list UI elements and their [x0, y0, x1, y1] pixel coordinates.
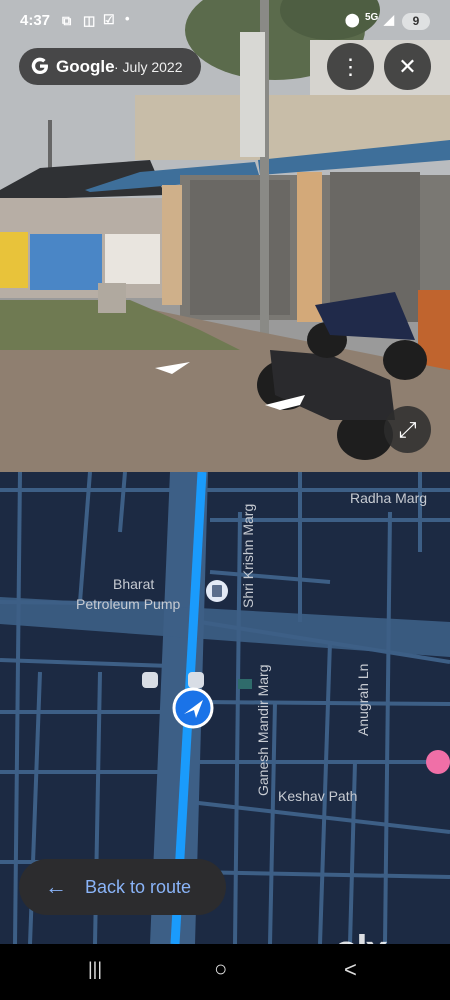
expand-button[interactable]: ⤢ [384, 406, 431, 453]
map-label-shri-krishn-marg: Shri Krishn Marg [240, 503, 256, 608]
back-to-route-button[interactable]: ← Back to route [19, 859, 226, 915]
map-label-bharat: Bharat [113, 576, 155, 592]
map-label-radha-marg: Radha Marg [350, 490, 428, 506]
map-label-ganesh-mandir-marg: Ganesh Mandir Marg [255, 664, 271, 796]
google-g-icon [31, 57, 48, 75]
map-label-petroleum-pump: Petroleum Pump [76, 596, 181, 612]
system-nav-bar: ||| ○ < [0, 944, 450, 1000]
status-bar: 4:37 ⧉ ◫ ☑ • ⬤ 5G ◢ 9 [0, 0, 450, 44]
imagery-date: · July 2022 [114, 59, 183, 75]
back-icon[interactable]: < [344, 957, 357, 983]
map-label-anugrah-ln: Anugrah Ln [355, 663, 371, 736]
battery-indicator: 9 [402, 13, 430, 30]
arrow-back-icon: ← [45, 874, 67, 899]
5g-icon: 5G [365, 12, 379, 23]
close-button[interactable]: ✕ [384, 43, 431, 90]
signal-icon: ◢ [384, 12, 394, 27]
recent-apps-icon[interactable]: ||| [88, 959, 102, 980]
location-icon: ⬤ [345, 12, 360, 27]
google-brand-label: Google [56, 57, 115, 76]
screenshot-icon: ⧉ [62, 13, 72, 28]
cast-icon: ◫ [83, 13, 96, 28]
more-options-button[interactable]: ⋮ [327, 43, 374, 90]
check-icon: ☑ [103, 12, 115, 27]
more-vert-icon: ⋮ [339, 54, 362, 79]
map-label-keshav-path: Keshav Path [278, 788, 358, 804]
back-to-route-label: Back to route [85, 877, 192, 897]
imagery-info-pill[interactable]: Google · July 2022 [19, 48, 201, 85]
close-icon: ✕ [398, 54, 417, 79]
status-time: 4:37 [20, 12, 51, 29]
home-icon[interactable]: ○ [214, 956, 227, 982]
expand-icon: ⤢ [398, 417, 417, 442]
dot-icon: • [125, 11, 130, 26]
